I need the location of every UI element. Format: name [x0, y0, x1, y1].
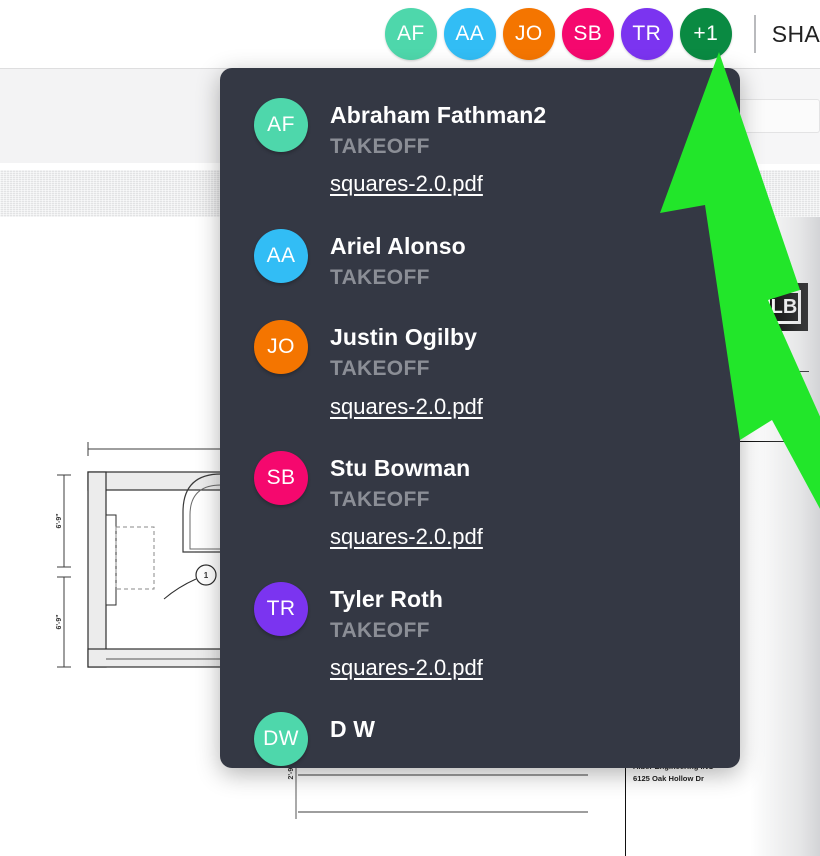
collaborator-file-link[interactable]: squares-2.0.pdf — [330, 519, 483, 555]
avatar-initials: +1 — [693, 22, 719, 45]
avatar-overflow[interactable]: +1 — [679, 8, 732, 60]
collaborator-row[interactable]: TR Tyler Roth TAKEOFF squares-2.0.pdf — [220, 581, 740, 687]
collaborator-role: TAKEOFF — [330, 265, 430, 289]
collaborator-info: Tyler Roth TAKEOFF squares-2.0.pdf — [330, 582, 483, 687]
collaborator-info: Stu Bowman TAKEOFF squares-2.0.pdf — [330, 451, 483, 556]
next-page-button[interactable] — [738, 353, 794, 409]
collaborator-avatar-initials: DW — [263, 727, 299, 751]
collaborator-row[interactable]: DW D W — [220, 712, 740, 767]
takeoff-viewer-app: 20'-6" 1 2 8'-5" 2'-11" 3'-0" 6'-9" 6'-9… — [0, 0, 820, 856]
avatar-initials: TR — [632, 22, 662, 45]
avatar-af[interactable]: AF — [384, 8, 437, 60]
header-divider — [753, 15, 756, 53]
collaborator-role: TAKEOFF — [330, 357, 430, 381]
collaborator-name: D W — [330, 716, 376, 743]
share-button[interactable]: SHA — [772, 21, 820, 48]
collaborator-avatar-initials: AA — [266, 243, 296, 267]
collaborator-row[interactable]: AF Abraham Fathman2 TAKEOFF squares-2.0.pdf — [220, 98, 740, 203]
collaborator-info: Abraham Fathman2 TAKEOFF squares-2.0.pdf — [330, 98, 546, 203]
collaborator-avatar: JO — [254, 320, 308, 375]
collaborator-info: Ariel Alonso TAKEOFF — [330, 229, 466, 294]
collaborator-file-link[interactable]: squares-2.0.pdf — [330, 389, 483, 425]
collaborator-name: Justin Ogilby — [330, 324, 477, 351]
sheet-edge-shadow — [750, 217, 820, 856]
collaborator-info: D W — [330, 712, 375, 766]
collaborator-name: Ariel Alonso — [330, 232, 466, 259]
collaborator-avatar: AA — [254, 228, 308, 283]
avatar-initials: JO — [514, 22, 543, 45]
collaborator-row[interactable]: SB Stu Bowman TAKEOFF squares-2.0.pdf — [220, 450, 740, 556]
svg-text:1: 1 — [204, 571, 209, 580]
collaborator-avatar-initials: TR — [266, 596, 296, 620]
chevron-right-icon — [763, 373, 771, 389]
collaborator-name: Abraham Fathman2 — [330, 102, 547, 128]
collaborator-role: TAKEOFF — [330, 487, 430, 511]
collaborator-avatar: TR — [254, 581, 308, 636]
collaborator-row[interactable]: AA Ariel Alonso TAKEOFF — [220, 228, 740, 294]
collaborator-avatar-initials: JO — [267, 335, 295, 359]
collaborator-avatar: AF — [254, 98, 308, 152]
avatar-initials: AA — [455, 22, 485, 45]
collaborators-dropdown-panel[interactable]: AF Abraham Fathman2 TAKEOFF squares-2.0.pdf… — [220, 68, 740, 768]
collaborator-info: Justin Ogilby TAKEOFF squares-2.0.pdf — [330, 320, 483, 425]
collaborator-avatar-initials: AF — [267, 113, 295, 136]
collaborator-file-link[interactable]: squares-2.0.pdf — [330, 166, 483, 202]
avatar-tr[interactable]: TR — [620, 8, 673, 60]
avatar-initials: AF — [396, 22, 425, 45]
avatar-jo[interactable]: JO — [502, 8, 555, 60]
collaborators-list: AF Abraham Fathman2 TAKEOFF squares-2.0.pdf… — [220, 68, 740, 767]
collaborator-name: Stu Bowman — [330, 454, 471, 481]
collaborator-row[interactable]: JO Justin Ogilby TAKEOFF squares-2.0.pdf — [220, 320, 740, 425]
avatar-aa[interactable]: AA — [443, 8, 496, 60]
collaborator-file-link[interactable]: squares-2.0.pdf — [330, 650, 483, 686]
avatar-initials: SB — [573, 22, 603, 45]
collaborator-name: Tyler Roth — [330, 585, 444, 612]
collaborator-role: TAKEOFF — [330, 618, 430, 642]
collaborator-avatar-initials: SB — [266, 465, 296, 489]
collaborator-avatar: DW — [254, 712, 308, 767]
electrical-line-1: 6125 Oak Hollow Dr — [633, 774, 704, 783]
avatar-sb[interactable]: SB — [561, 8, 614, 60]
collaborator-role: TAKEOFF — [330, 134, 430, 158]
collaborator-avatar: SB — [254, 450, 308, 505]
app-header: AF AA JO SB TR +1 SHA — [0, 0, 820, 68]
collaborator-avatar-group[interactable]: AF AA JO SB TR +1 — [384, 8, 732, 60]
svg-text:6'-9": 6'-9" — [56, 614, 63, 629]
svg-text:6'-9": 6'-9" — [56, 513, 63, 528]
